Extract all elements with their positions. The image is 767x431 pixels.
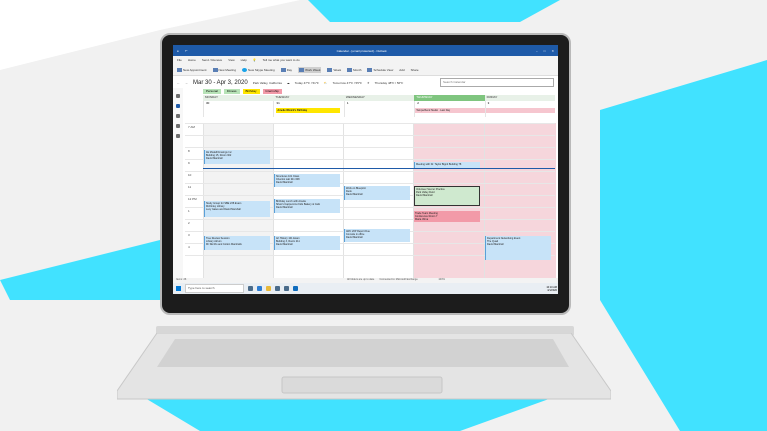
menu-home[interactable]: Home — [188, 58, 196, 62]
windows-start-icon[interactable] — [176, 286, 181, 291]
maximize-icon[interactable]: □ — [544, 49, 546, 53]
skype-meeting-button[interactable]: New Skype Meeting — [242, 67, 275, 72]
category-bar: Personal Fitness Birthday Internship — [185, 88, 555, 95]
explorer-icon[interactable] — [266, 286, 271, 291]
lightbulb-icon: 💡 — [252, 58, 257, 62]
weather-tomorrow-icon: ⛅ — [323, 80, 328, 85]
mail-icon[interactable] — [176, 94, 180, 98]
people-icon — [212, 67, 218, 72]
skype-icon — [242, 67, 248, 72]
menu-file[interactable]: File — [177, 58, 182, 62]
close-icon[interactable]: ✕ — [551, 49, 554, 53]
all-day-cell[interactable]: Tampa Bend Studio · Last Day — [414, 107, 556, 117]
ribbon: New Appointment New Meeting New Skype Me… — [173, 64, 558, 76]
new-appointment-button[interactable]: New Appointment — [177, 67, 207, 72]
work-week-button[interactable]: Work Week — [298, 66, 322, 73]
day-view-button[interactable]: Day — [280, 67, 292, 72]
calendar-event[interactable]: Structures 101 Class Chemist Lab Rm 308 … — [274, 174, 340, 187]
all-day-cell[interactable]: Amelie Winick's Birthday — [273, 107, 343, 117]
new-meeting-button[interactable]: New Meeting — [212, 67, 236, 72]
schedule-view-button[interactable]: Schedule View — [367, 67, 393, 72]
weather-tomorrow: Tomorrow 47°F / 55°F — [332, 80, 362, 85]
calendar-event[interactable]: Trade Team Meeting Conference Room 7 Mar… — [414, 211, 480, 222]
all-day-cell[interactable] — [484, 107, 555, 117]
category-birthday[interactable]: Birthday — [242, 89, 260, 94]
tasks-nav-icon[interactable] — [176, 124, 180, 128]
calendar-event[interactable]: Tree Review Session Library Atrium Mr SE… — [204, 236, 270, 250]
all-day-cell[interactable] — [203, 107, 273, 117]
taskbar-search-input[interactable]: Type here to search — [185, 284, 244, 293]
category-personal[interactable]: Personal — [203, 89, 221, 94]
week-view-button[interactable]: Week — [327, 67, 341, 72]
taskbar-clock[interactable]: 10:10 AM 4/1/2020 — [546, 286, 557, 292]
category-fitness[interactable]: Fitness — [223, 89, 240, 94]
weather-thursday: Thursday 48°F / 56°F — [374, 80, 404, 85]
menu-send-receive[interactable]: Send / Receive — [202, 58, 222, 62]
share-button[interactable]: Share — [411, 68, 419, 72]
menu-bar: File Home Send / Receive View Help 💡 Tel… — [173, 56, 558, 64]
location[interactable]: Park Valley, California — [253, 81, 282, 85]
month-view-button[interactable]: Month — [347, 67, 361, 72]
next-arrow-icon[interactable]: → — [185, 81, 188, 85]
menu-view[interactable]: View — [228, 58, 234, 62]
add-button[interactable]: Add — [399, 68, 404, 72]
edge-icon[interactable] — [257, 286, 262, 291]
calendar-event[interactable]: Department Networking Event The Quad Dav… — [485, 236, 551, 260]
calendar-event[interactable]: Work on Blueprint Desk David Marshall — [344, 186, 410, 200]
outlook-window: ● ↶ Calendar - [email protected] - Outloo… — [173, 45, 558, 294]
keyboard-base — [117, 333, 611, 400]
calendar-grid: Personal Fitness Birthday Internship MON… — [185, 88, 556, 278]
more-icon[interactable] — [176, 134, 180, 138]
menu-help[interactable]: Help — [241, 58, 247, 62]
status-connection: Connected to: Microsoft Exchange — [379, 278, 418, 281]
calendar-event[interactable]: Birthday Lunch with Amelie Silvio's Capp… — [274, 199, 340, 213]
minimize-icon[interactable]: – — [536, 49, 538, 53]
store-icon[interactable] — [275, 286, 280, 291]
calendar-event[interactable]: Study Group for SBE 238 Exam McKinley Li… — [204, 201, 270, 217]
status-items: Items: 26 — [176, 278, 187, 281]
schedule-icon — [367, 67, 373, 72]
calendar-event[interactable]: Art History 101 Exam Building 3, Room 21… — [274, 236, 340, 250]
category-internship[interactable]: Internship — [262, 89, 282, 94]
tablet-device: ● ↶ Calendar - [email protected] - Outloo… — [160, 33, 571, 315]
all-day-row: Amelie Winick's Birthday Tampa Bend Stud… — [185, 107, 556, 117]
tell-me-input[interactable]: Tell me what you want to do — [263, 58, 300, 62]
navigation-rail — [173, 88, 183, 278]
weather-thursday-icon: ☀ — [366, 80, 370, 85]
week-icon — [327, 67, 333, 72]
weather-today: Today 47°F / 51°F — [294, 80, 319, 85]
outlook-taskbar-icon[interactable] — [293, 286, 298, 291]
window-title: Calendar - [email protected] - Outlook — [336, 48, 387, 53]
month-icon — [347, 67, 353, 72]
people-nav-icon[interactable] — [176, 114, 180, 118]
current-time-line — [203, 168, 555, 169]
calendar-event[interactable]: 1E Modell/Cravings Inc Building 15, Room… — [204, 150, 270, 164]
mail-app-icon[interactable] — [284, 286, 289, 291]
work-week-icon — [299, 67, 305, 72]
undo-icon[interactable]: ↶ — [185, 49, 188, 53]
calendar-search-input[interactable]: Search Calendar — [440, 78, 554, 87]
zoom-level: 100% — [438, 278, 445, 281]
outlook-icon: ● — [177, 48, 179, 53]
calendar-event[interactable]: ARC 20P Report Due Console in office Dav… — [344, 229, 410, 242]
date-range: Mar 30 - Apr 3, 2020 — [193, 79, 248, 86]
calendar-event[interactable]: Meeting with Dr. Taylor Bignit Building … — [414, 162, 480, 168]
weather-today-icon: ☁ — [286, 80, 290, 85]
task-view-icon[interactable] — [248, 286, 253, 291]
day-icon — [280, 67, 286, 72]
prev-arrow-icon[interactable]: ← — [177, 81, 180, 85]
birthday-event[interactable]: Amelie Winick's Birthday — [276, 108, 341, 113]
status-sync: All folders are up to date. — [347, 278, 375, 281]
title-bar: ● ↶ Calendar - [email protected] - Outloo… — [173, 45, 558, 56]
all-day-cell[interactable] — [343, 107, 414, 117]
calendar-icon — [177, 67, 182, 72]
windows-taskbar: Type here to search 10:10 AM 4/1/2020 — [173, 283, 558, 294]
time-grid: 7 AM 8 9 10 11 12 PM 1 2 3 4 1E Modell/C… — [185, 123, 556, 278]
calendar-nav-icon[interactable] — [176, 104, 180, 108]
calendar-event-selected[interactable]: Volunteer Soccer Practice Park Valley Fi… — [414, 186, 480, 206]
